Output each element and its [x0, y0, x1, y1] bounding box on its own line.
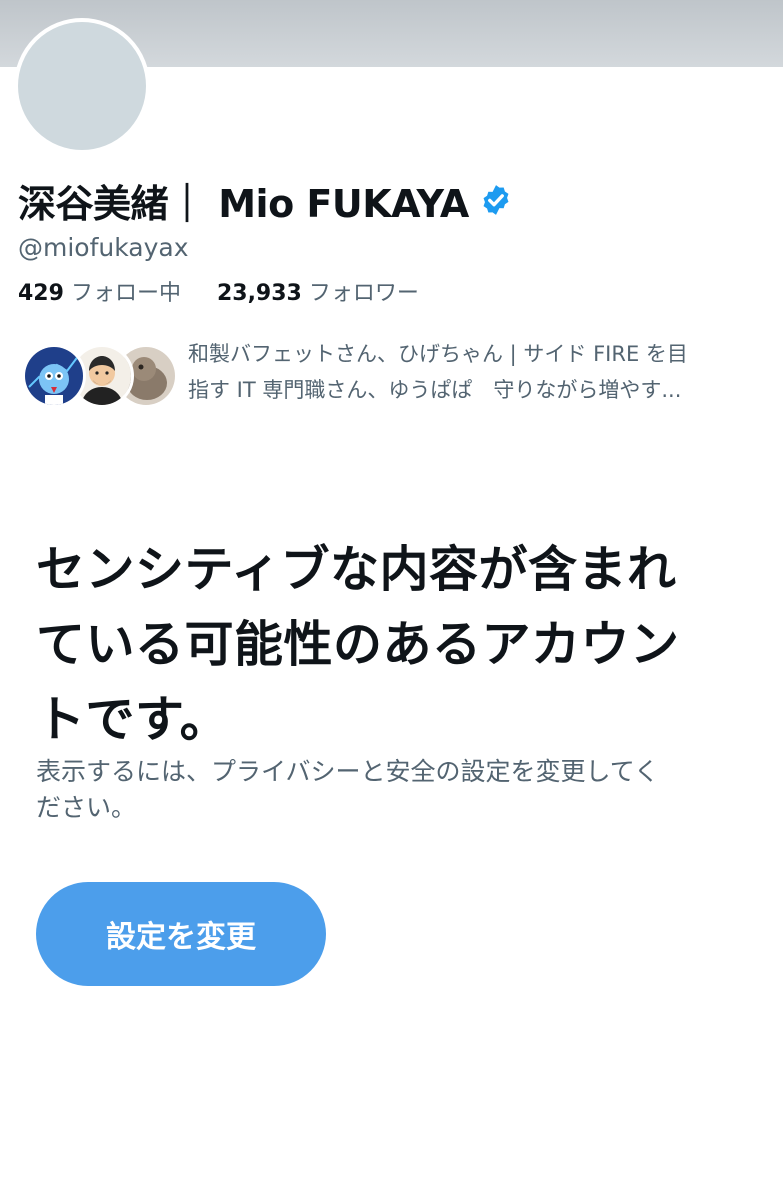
following-link[interactable]: 429 フォロー中 — [18, 281, 188, 306]
warning-title-line-1: センシティブな内容が含まれ — [36, 541, 677, 598]
verified-badge-icon — [479, 183, 513, 217]
change-settings-button[interactable]: 設定を変更 — [36, 882, 326, 986]
warning-body-line-2: ださい。 — [36, 793, 137, 822]
warning-title-line-3: トです。 — [36, 691, 230, 748]
profile-stats: 429 フォロー中 23,933 フォロワー — [18, 275, 419, 307]
following-count: 429 — [18, 281, 64, 306]
followers-link[interactable]: 23,933 フォロワー — [217, 281, 419, 306]
followers-count: 23,933 — [216, 281, 302, 306]
followers-you-know-line-2: 指す IT 専門職さん、ゆうぱぱ 守りながら増やす... — [188, 378, 682, 402]
warning-title-line-2: ている可能性のあるアカウン — [36, 616, 680, 673]
followers-label: フォロワー — [308, 281, 419, 306]
followed-avatar-1 — [22, 344, 86, 408]
followers-you-know-line-1: 和製バフェットさん、ひげちゃん | サイド FIRE を目 — [188, 342, 688, 366]
profile-name-row: 深谷美緒｜ Mio FUKAYA — [18, 174, 513, 226]
followers-you-know-avatars[interactable] — [22, 344, 178, 408]
profile-handle: @miofukayax — [18, 233, 189, 262]
followers-you-know-text[interactable]: 和製バフェットさん、ひげちゃん | サイド FIRE を目 指す IT 専門職さ… — [188, 336, 764, 408]
display-name: 深谷美緒｜ Mio FUKAYA — [18, 181, 469, 226]
warning-body-line-1: 表示するには、プライバシーと安全の設定を変更してく — [36, 757, 660, 786]
sensitive-warning-title: センシティブな内容が含まれ ている可能性のあるアカウン トです。 — [36, 532, 756, 757]
profile-avatar[interactable] — [14, 18, 150, 154]
sensitive-warning-description: 表示するには、プライバシーと安全の設定を変更してく ださい。 — [36, 754, 756, 826]
following-label: フォロー中 — [70, 281, 181, 306]
